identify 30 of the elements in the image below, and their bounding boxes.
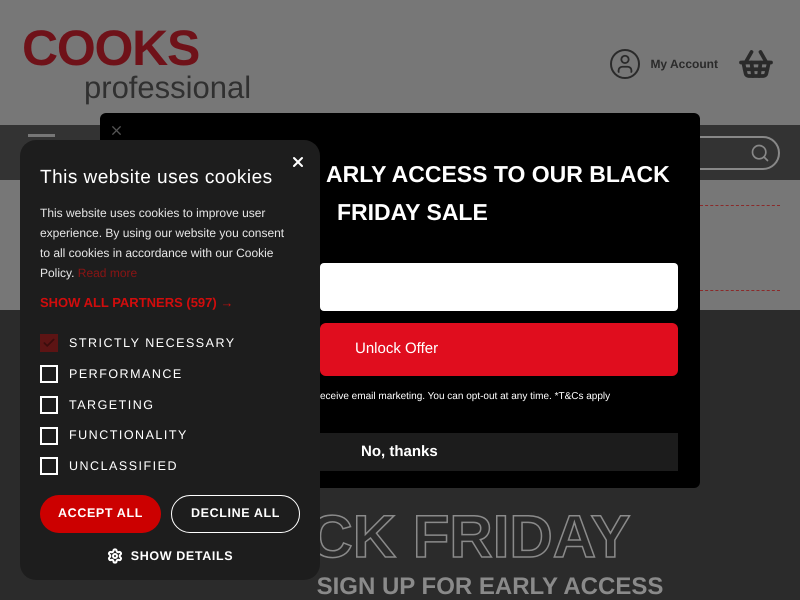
category-checkbox[interactable] bbox=[40, 426, 58, 445]
logo-wordmark: COOKS bbox=[22, 26, 200, 70]
category-checkbox[interactable] bbox=[40, 334, 58, 352]
unlock-offer-button[interactable]: Unlock Offer bbox=[320, 323, 678, 376]
category-label: PERFORMANCE bbox=[69, 366, 183, 383]
category-label: FUNCTIONALITY bbox=[69, 427, 188, 444]
category-checkbox[interactable] bbox=[40, 365, 58, 384]
no-thanks-button[interactable]: No, thanks bbox=[320, 433, 678, 471]
search-icon[interactable] bbox=[750, 142, 770, 162]
cookie-title: This website uses cookies bbox=[40, 166, 274, 190]
decline-all-button[interactable]: DECLINE ALL bbox=[171, 494, 300, 533]
close-icon[interactable] bbox=[290, 154, 306, 170]
category-label: UNCLASSIFIED bbox=[69, 458, 178, 475]
category-checkbox[interactable] bbox=[40, 457, 58, 476]
category-checkbox[interactable] bbox=[40, 396, 58, 414]
settings-icon bbox=[106, 548, 123, 564]
cookie-description: This website uses cookies to improve user experience. By using our website you consent to all cookies in accordance with our Cookie Policy. Read more bbox=[40, 204, 286, 282]
category-label: TARGETING bbox=[69, 396, 154, 414]
show-partners-link[interactable]: SHOW ALL PARTNERS (597) → bbox=[40, 292, 300, 312]
account-link[interactable]: My Account bbox=[650, 55, 718, 73]
email-input[interactable] bbox=[320, 263, 678, 311]
account-icon[interactable] bbox=[610, 49, 640, 79]
logo-tagline: professional bbox=[84, 70, 252, 106]
accept-all-button[interactable]: ACCEPT ALL bbox=[40, 494, 161, 533]
category-label: STRICTLY NECESSARY bbox=[69, 335, 236, 352]
hero-subheading: SIGN UP FOR EARLY ACCESS bbox=[316, 574, 664, 600]
modal-heading: FRIDAY SALE bbox=[336, 198, 489, 227]
show-details-button[interactable]: SHOW DETAILS bbox=[106, 546, 234, 566]
marketing-disclaimer: eceive email marketing. You can opt-out at any time. *T&Cs apply bbox=[320, 390, 612, 404]
modal-heading: ARLY ACCESS TO OUR BLACK bbox=[326, 160, 671, 189]
